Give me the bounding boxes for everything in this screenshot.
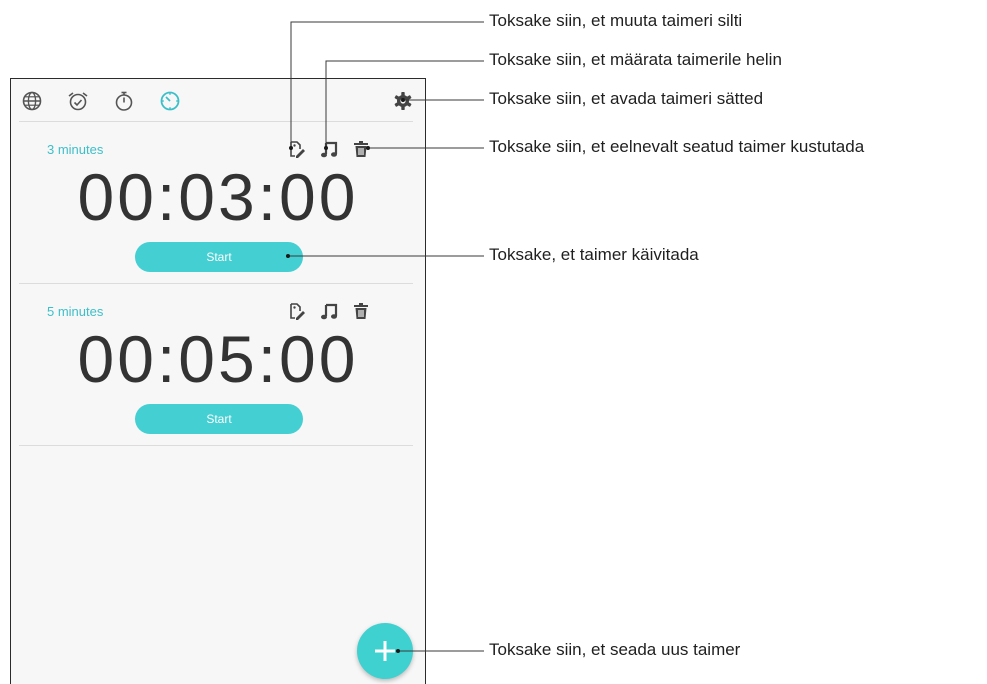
timer-display: 00:03:00 [77,160,359,234]
timer-card: 3 minutes 00:03:00 Start [19,122,413,284]
music-note-icon [321,141,338,158]
stopwatch-icon [115,91,133,111]
settings-button[interactable] [390,88,416,114]
callout-add-timer: Toksake siin, et seada uus taimer [489,640,741,659]
divider [19,445,413,446]
tab-alarm[interactable] [65,88,91,114]
trash-icon [354,303,368,319]
edit-label-button[interactable] [286,138,308,160]
delete-button[interactable] [350,300,372,322]
timer-icon [160,91,180,111]
tab-world-clock[interactable] [19,88,45,114]
callout-delete: Toksake siin, et eelnevalt seatud taimer… [489,137,865,156]
start-button[interactable]: Start [135,242,303,272]
ringtone-button[interactable] [318,300,340,322]
trash-icon [354,141,368,157]
callout-start: Toksake, et taimer käivitada [489,245,699,264]
delete-button[interactable] [350,138,372,160]
alarm-clock-icon [68,92,88,111]
music-note-icon [321,303,338,320]
timer-label[interactable]: 3 minutes [47,142,103,157]
tab-stopwatch[interactable] [111,88,137,114]
plus-icon [375,641,395,661]
gear-icon [394,92,412,110]
timer-actions [284,300,374,324]
timer-app-screen: 3 minutes 00:03:00 Start 5 minutes 00:05… [10,78,426,684]
start-button[interactable]: Start [135,404,303,434]
edit-label-button[interactable] [286,300,308,322]
tab-bar [11,79,425,121]
callout-ringtone: Toksake siin, et määrata taimerile helin [489,50,782,69]
timer-label[interactable]: 5 minutes [47,304,103,319]
callout-settings: Toksake siin, et avada taimeri sätted [489,89,764,108]
callout-edit-label: Toksake siin, et muuta taimeri silti [489,11,743,30]
tab-timer[interactable] [157,88,183,114]
timer-actions [284,138,374,162]
ringtone-button[interactable] [318,138,340,160]
timer-display: 00:05:00 [77,322,359,396]
add-timer-button[interactable] [357,623,413,679]
tag-edit-icon [290,303,305,320]
tag-edit-icon [290,141,305,158]
timer-card: 5 minutes 00:05:00 Start [19,284,413,446]
globe-icon [22,91,42,111]
